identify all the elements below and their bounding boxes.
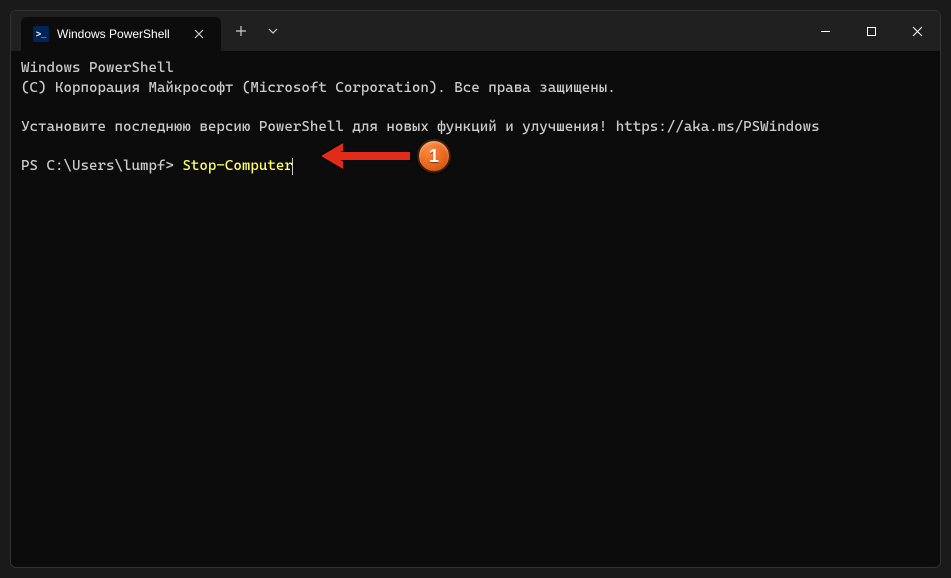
tab-title: Windows PowerShell bbox=[57, 27, 181, 41]
new-tab-button[interactable] bbox=[225, 15, 257, 47]
chevron-down-icon bbox=[268, 28, 278, 34]
plus-icon bbox=[235, 25, 247, 37]
tab-dropdown-button[interactable] bbox=[257, 15, 289, 47]
text-cursor bbox=[292, 158, 293, 175]
terminal-line: (C) Корпорация Майкрософт (Microsoft Cor… bbox=[21, 79, 930, 99]
terminal-line bbox=[21, 137, 930, 157]
prompt-line: PS C:\Users\lumpf> Stop-Computer bbox=[21, 157, 930, 177]
titlebar[interactable]: >_ Windows PowerShell bbox=[11, 11, 940, 51]
tab-powershell[interactable]: >_ Windows PowerShell bbox=[21, 17, 221, 51]
terminal-window: >_ Windows PowerShell bbox=[10, 10, 941, 568]
window-controls bbox=[802, 11, 940, 51]
tab-area: >_ Windows PowerShell bbox=[11, 11, 802, 51]
command-text: Stop-Computer bbox=[182, 157, 292, 177]
close-window-button[interactable] bbox=[894, 11, 940, 51]
terminal-line: Установите последнюю версию PowerShell д… bbox=[21, 118, 930, 138]
close-icon bbox=[912, 26, 923, 37]
close-icon bbox=[194, 29, 204, 39]
maximize-icon bbox=[866, 26, 877, 37]
tab-close-button[interactable] bbox=[189, 24, 209, 44]
terminal-line: Windows PowerShell bbox=[21, 59, 930, 79]
powershell-icon: >_ bbox=[33, 26, 49, 42]
maximize-button[interactable] bbox=[848, 11, 894, 51]
prompt-text: PS C:\Users\lumpf> bbox=[21, 157, 182, 177]
terminal-content[interactable]: Windows PowerShell (C) Корпорация Майкро… bbox=[11, 51, 940, 567]
minimize-icon bbox=[820, 26, 831, 37]
terminal-line bbox=[21, 98, 930, 118]
minimize-button[interactable] bbox=[802, 11, 848, 51]
